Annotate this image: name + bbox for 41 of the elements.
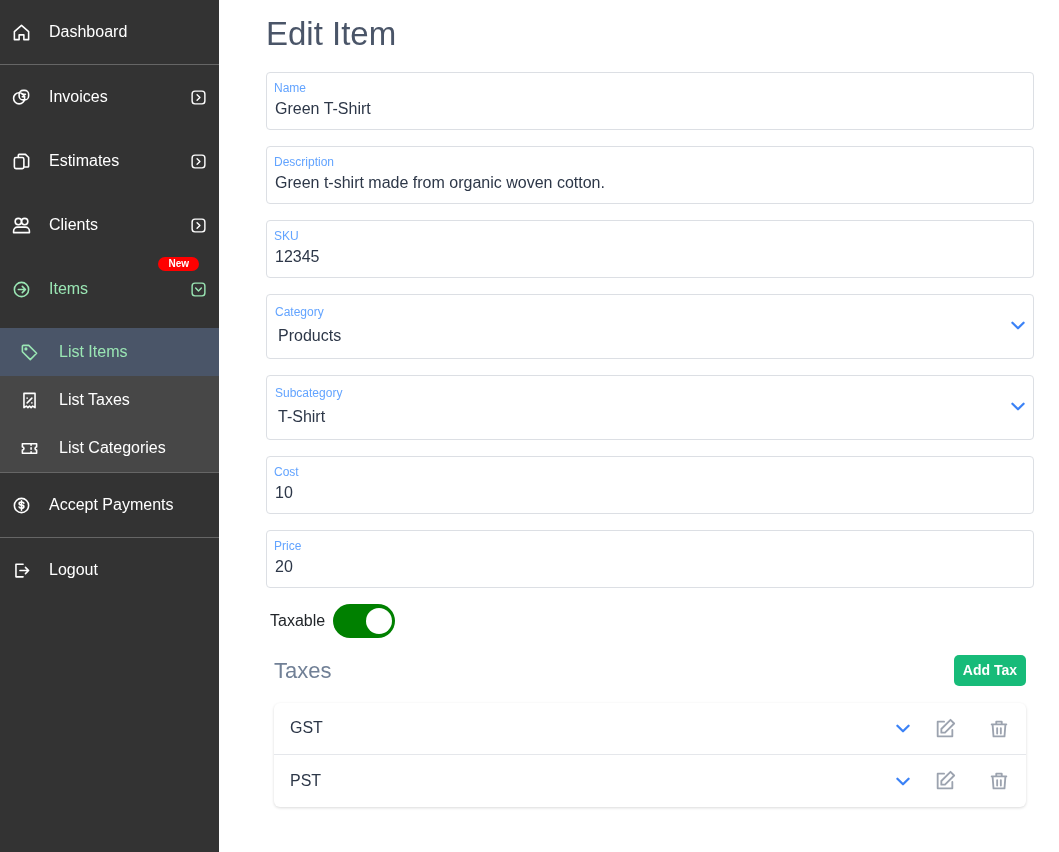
select-field[interactable]: Subcategory T-Shirt bbox=[266, 374, 1034, 440]
sidebar-item[interactable]: Estimates bbox=[0, 129, 219, 193]
chevron-right-icon bbox=[190, 216, 207, 234]
sidebar-item[interactable]: Clients bbox=[0, 193, 219, 257]
field-label: Price bbox=[274, 537, 302, 555]
tax-name: PST bbox=[290, 770, 323, 791]
sidebar-item[interactable]: Accept Payments bbox=[0, 473, 219, 537]
chevron-down-icon bbox=[896, 776, 910, 786]
chevron-down-icon bbox=[896, 724, 910, 734]
page-title: Edit Item bbox=[266, 14, 398, 54]
chevron-down-icon bbox=[1011, 401, 1025, 411]
submenu-item[interactable]: List Items bbox=[0, 328, 219, 376]
field-label: Description bbox=[274, 153, 335, 171]
chevron-down-icon bbox=[1011, 320, 1025, 330]
chevron-down-icon bbox=[190, 280, 207, 298]
dollar-icon bbox=[12, 495, 31, 515]
sidebar-item[interactable]: Invoices bbox=[0, 65, 219, 129]
tag-icon bbox=[20, 342, 39, 362]
copy-icon bbox=[12, 151, 31, 171]
new-badge: New bbox=[158, 257, 199, 271]
field-label: SKU bbox=[274, 227, 299, 245]
receipt-icon bbox=[20, 390, 39, 410]
chevron-right-icon bbox=[190, 88, 207, 106]
chevron-right-icon bbox=[190, 152, 207, 170]
field-label: Name bbox=[274, 79, 306, 97]
sidebar-item[interactable]: Dashboard bbox=[0, 0, 219, 64]
users-icon bbox=[12, 215, 31, 235]
submenu-item[interactable]: List Categories bbox=[0, 424, 219, 472]
taxable-label: Taxable bbox=[270, 610, 326, 631]
coins-icon bbox=[12, 87, 31, 107]
section-heading: Taxes bbox=[274, 656, 332, 685]
toggle-switch[interactable] bbox=[333, 603, 396, 638]
arrow-circle-icon bbox=[12, 279, 31, 299]
logout-icon bbox=[12, 560, 31, 580]
edit-icon bbox=[934, 717, 956, 740]
sidebar-item[interactable]: Logout bbox=[0, 538, 219, 602]
tax-name: GST bbox=[290, 718, 324, 739]
field-label: Cost bbox=[274, 463, 299, 481]
submenu-item[interactable]: List Taxes bbox=[0, 376, 219, 424]
home-icon bbox=[12, 22, 31, 42]
select-field[interactable]: Category Products bbox=[266, 293, 1034, 359]
